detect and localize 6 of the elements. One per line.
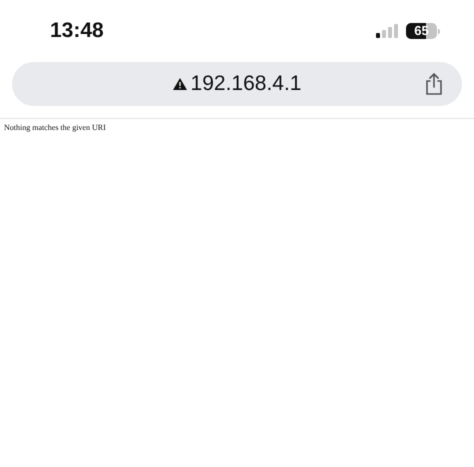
share-icon[interactable] — [424, 73, 444, 95]
signal-icon — [376, 24, 398, 38]
status-time: 13:48 — [50, 19, 104, 43]
url-text: 192.168.4.1 — [190, 72, 302, 96]
address-bar[interactable]: 192.168.4.1 — [12, 62, 462, 106]
error-message: Nothing matches the given URI — [4, 123, 107, 132]
